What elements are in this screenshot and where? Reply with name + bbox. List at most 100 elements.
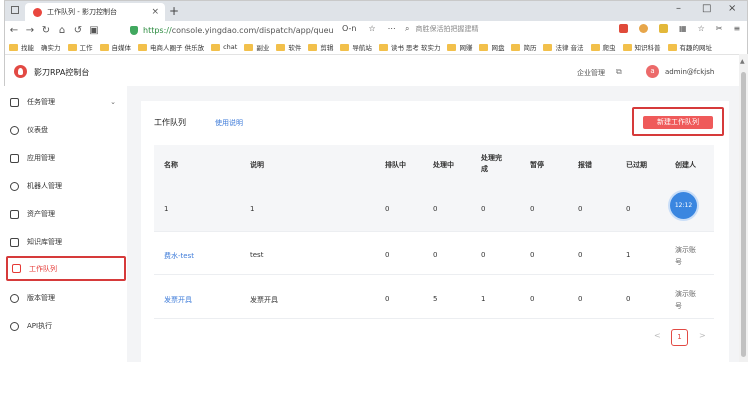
cell-creator: 演示账号 <box>675 246 696 266</box>
sidebar-item-robot-management[interactable]: 机器人管理 <box>6 176 126 196</box>
sidebar-item-label: 应用管理 <box>27 154 55 162</box>
bookmark-item[interactable]: 软件 <box>276 42 301 52</box>
bookmark-item[interactable]: 电商人圈子 供乐放 <box>138 42 204 52</box>
cell-name[interactable]: 费水-test <box>164 251 194 261</box>
external-link-icon[interactable]: ⧉ <box>616 67 622 77</box>
bookmark-item[interactable]: 副业 <box>244 42 269 52</box>
cell-expired: 1 <box>626 251 631 259</box>
sidebar-item-label: 仪表盘 <box>27 126 48 134</box>
key-icon[interactable]: O-n <box>342 24 356 33</box>
column-header-done: 处理完成 <box>481 154 502 173</box>
reload-icon[interactable]: ↻ <box>39 25 53 36</box>
home-icon[interactable]: ⌂ <box>55 25 69 36</box>
history-icon[interactable]: ↺ <box>71 25 85 36</box>
cell-expired: 0 <box>626 205 631 213</box>
tab-actions-icon[interactable] <box>11 6 19 14</box>
minimize-icon[interactable]: – <box>676 3 681 14</box>
bookmark-item[interactable]: 网盘 <box>479 42 504 52</box>
tab-close-icon[interactable]: × <box>151 7 159 17</box>
help-link[interactable]: 使用说明 <box>215 118 243 128</box>
star-icon[interactable]: ☆ <box>368 24 375 33</box>
cell-queued: 0 <box>385 251 390 259</box>
navigation-bar: ← → ↻ ⌂ ↺ ▣ https://console.yingdao.com/… <box>5 21 747 40</box>
sidebar-item-label: 机器人管理 <box>27 182 62 190</box>
folder-icon <box>99 43 109 51</box>
enterprise-management-link[interactable]: 企业管理 <box>577 68 605 78</box>
search-placeholder: 商胜保活拍把握建精 <box>415 25 479 33</box>
bookmark-item[interactable]: 找能 <box>9 42 34 52</box>
cell-paused: 0 <box>530 205 535 213</box>
logo-icon <box>14 65 27 78</box>
page-prev-button[interactable]: < <box>654 331 661 340</box>
page-title: 工作队列 <box>154 118 186 127</box>
bookmark-item[interactable]: 有趣的网址 <box>667 42 712 52</box>
page-next-button[interactable]: > <box>699 331 706 340</box>
apps-grid-icon[interactable]: ▦ <box>679 24 687 33</box>
search-icon: ⌕ <box>405 24 410 33</box>
bookmark-item[interactable]: 导航站 <box>340 42 372 52</box>
folder-icon <box>667 43 677 51</box>
bookmark-item[interactable]: 法律 音法 <box>543 42 584 52</box>
cell-desc: 1 <box>250 205 255 213</box>
bookmark-item[interactable]: 读书 思考 软实力 <box>378 42 440 52</box>
cell-done: 1 <box>481 295 486 303</box>
scrollbar-thumb[interactable] <box>741 72 746 357</box>
vertical-scrollbar[interactable]: ▲ <box>739 54 748 362</box>
column-header-desc: 说明 <box>250 161 264 169</box>
cell-name[interactable]: 1 <box>164 205 168 213</box>
bookmark-item[interactable]: 爬虫 <box>590 42 616 52</box>
sidebar-item-api-execution[interactable]: API执行 <box>6 316 126 336</box>
robot-icon <box>10 181 19 191</box>
sidebar-item-label: 任务管理 <box>27 98 55 106</box>
extension-red-icon[interactable] <box>619 24 628 33</box>
folder-icon <box>340 43 350 51</box>
more-icon[interactable]: ⋯ <box>388 24 396 33</box>
new-queue-button[interactable]: 新建工作队列 <box>643 116 713 129</box>
cell-creator: 演示账号 <box>675 290 696 310</box>
queue-icon <box>12 264 21 273</box>
bookmark-item[interactable]: 网赚 <box>447 42 472 52</box>
sidebar-item-task-management[interactable]: 任务管理 ⌄ <box>6 92 126 112</box>
task-icon <box>10 97 19 107</box>
tab-favicon-icon <box>33 7 42 17</box>
scroll-up-icon[interactable]: ▲ <box>740 58 745 65</box>
sidebar-item-app-management[interactable]: 应用管理 <box>6 148 126 168</box>
cell-name[interactable]: 发票开具 <box>164 295 192 305</box>
bookmark-item[interactable]: 工作 <box>67 42 93 52</box>
extension-icon[interactable]: ▣ <box>87 25 101 36</box>
folder-icon <box>276 43 286 51</box>
browser-tab[interactable]: 工作队列 - 影刀控制台 × <box>25 3 165 21</box>
back-icon[interactable]: ← <box>7 25 21 36</box>
asset-icon <box>10 209 19 219</box>
sidebar-item-version-management[interactable]: 版本管理 <box>6 288 126 308</box>
menu-icon[interactable]: ≡ <box>733 24 740 33</box>
user-account[interactable]: admin@fckjsh <box>665 68 714 76</box>
bookmark-item[interactable]: 自媒体 <box>99 42 131 52</box>
forward-icon[interactable]: → <box>23 25 37 36</box>
column-header-processing: 处理中 <box>433 161 454 169</box>
extension-yellow-icon[interactable] <box>659 24 668 33</box>
extension-orange-icon[interactable] <box>639 24 648 33</box>
search-input[interactable]: ⌕ 商胜保活拍把握建精 <box>405 24 478 34</box>
sidebar-item-dashboard[interactable]: 仪表盘 <box>6 120 126 140</box>
cell-processing: 0 <box>433 251 438 259</box>
sidebar-item-asset-management[interactable]: 资产管理 <box>6 204 126 224</box>
window-close-icon[interactable]: × <box>728 3 736 14</box>
favorites-icon[interactable]: ☆ <box>698 24 705 33</box>
sidebar-item-work-queue[interactable]: 工作队列 <box>6 256 126 281</box>
new-tab-button[interactable]: + <box>169 4 179 18</box>
bookmark-item[interactable]: 确实力 <box>41 42 61 52</box>
bookmark-item[interactable]: 剪辑 <box>308 42 333 52</box>
column-header-paused: 暂停 <box>530 161 544 169</box>
screenshot-icon[interactable]: ✂ <box>716 24 723 33</box>
sidebar: 任务管理 ⌄ 仪表盘 应用管理 机器人管理 资产管理 知识库管理 工作队列 版本… <box>0 86 127 362</box>
bookmark-item[interactable]: 知识科普 <box>622 42 661 52</box>
bookmark-item[interactable]: chat <box>211 43 237 51</box>
page-current-button[interactable]: 1 <box>671 329 688 346</box>
bookmark-item[interactable]: 简历 <box>511 42 536 52</box>
cell-expired: 0 <box>626 295 631 303</box>
dashboard-icon <box>10 125 19 135</box>
maximize-icon[interactable]: □ <box>702 3 711 14</box>
avatar[interactable]: a <box>646 65 659 78</box>
sidebar-item-knowledge-management[interactable]: 知识库管理 <box>6 232 126 252</box>
